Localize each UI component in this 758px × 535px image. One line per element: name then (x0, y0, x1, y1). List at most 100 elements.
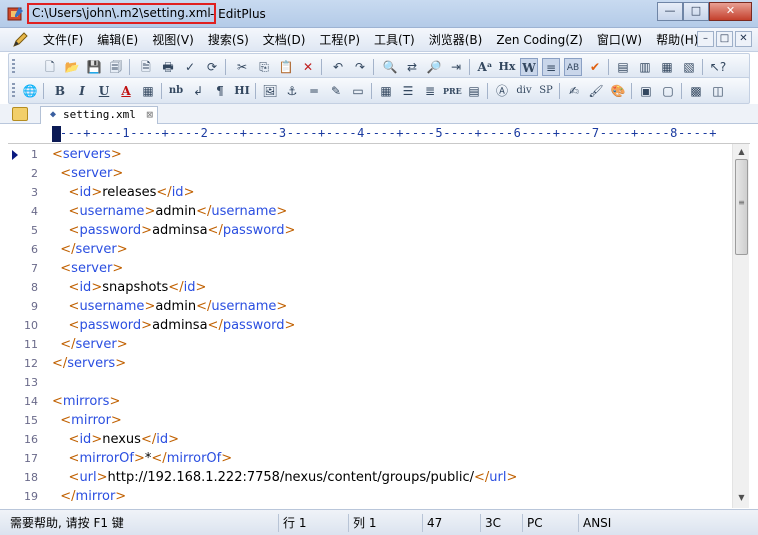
span-button[interactable]: SP (537, 82, 555, 100)
code-line[interactable]: 17 <mirrorOf>*</mirrorOf> (8, 449, 728, 468)
scroll-up-icon[interactable]: ▲ (735, 145, 748, 159)
undo-icon[interactable]: ↶ (329, 58, 347, 76)
menu-edit[interactable]: 编辑(E) (90, 28, 145, 52)
folder-icon[interactable] (12, 107, 28, 121)
close-button[interactable]: ✕ (709, 2, 752, 21)
code-line[interactable]: 15 <mirror> (8, 411, 728, 430)
redo-icon[interactable]: ↷ (351, 58, 369, 76)
minimize-button[interactable]: — (657, 2, 683, 21)
heading-button[interactable]: HI (233, 82, 251, 100)
copy-icon[interactable]: ⎘ (255, 58, 273, 76)
delete-icon[interactable]: ✕ (299, 58, 317, 76)
line-number-icon[interactable]: ≡ (542, 58, 560, 76)
comment-icon[interactable]: ▤ (465, 82, 483, 100)
code-line[interactable]: 11 </server> (8, 335, 728, 354)
context-help-icon[interactable]: ↖? (709, 58, 727, 76)
code-line[interactable]: 7 <server> (8, 259, 728, 278)
print-icon[interactable]: 🖶 (159, 58, 177, 76)
code-line[interactable]: 10 <password>adminsa</password> (8, 316, 728, 335)
menu-document[interactable]: 文档(D) (256, 28, 313, 52)
div-button[interactable]: div (515, 82, 533, 100)
scrollbar-thumb[interactable]: ≡ (735, 159, 748, 255)
edit-icon[interactable]: ✍ (565, 82, 583, 100)
find-in-files-icon[interactable]: 🔎 (425, 58, 443, 76)
menu-tools[interactable]: 工具(T) (367, 28, 422, 52)
code-line[interactable]: 19 </mirror> (8, 487, 728, 506)
panel-icon[interactable]: ▣ (637, 82, 655, 100)
toolbar-grip[interactable] (12, 83, 15, 99)
print-preview-icon[interactable]: 🗎 (137, 58, 155, 76)
code-line[interactable]: 1 <servers> (8, 145, 728, 164)
window-icon[interactable]: ▢ (659, 82, 677, 100)
scroll-down-icon[interactable]: ▼ (735, 491, 748, 505)
save-icon[interactable]: 💾 (85, 58, 103, 76)
goto-line-icon[interactable]: ⇥ (447, 58, 465, 76)
color-squares-icon[interactable]: ▩ (687, 82, 705, 100)
directory-window-icon[interactable]: ▤ (614, 58, 632, 76)
code-line[interactable]: 13 (8, 373, 728, 392)
code-line[interactable]: 18 <url>http://192.168.1.222:7758/nexus/… (8, 468, 728, 487)
form-icon[interactable]: ▭ (349, 82, 367, 100)
nbsp-button[interactable]: nb (167, 82, 185, 100)
code-line[interactable]: 3 <id>releases</id> (8, 183, 728, 202)
code-line[interactable]: 5 <password>adminsa</password> (8, 221, 728, 240)
replace-icon[interactable]: ⇄ (403, 58, 421, 76)
line-break-icon[interactable]: ↲ (189, 82, 207, 100)
table-icon[interactable]: ▦ (377, 82, 395, 100)
save-all-icon[interactable]: 🗐 (107, 58, 125, 76)
find-icon[interactable]: 🔍 (381, 58, 399, 76)
hx-icon[interactable]: Hx (498, 58, 516, 76)
horizontal-rule-icon[interactable]: ═ (305, 82, 323, 100)
pre-button[interactable]: PRE (443, 82, 462, 100)
editplus-app-icon[interactable] (7, 6, 24, 22)
spellcheck-icon[interactable]: ✓ (181, 58, 199, 76)
word-wrap-icon[interactable]: W (520, 58, 538, 76)
open-folder-icon[interactable]: 📂 (63, 58, 81, 76)
font-color-button[interactable]: A (117, 82, 135, 100)
check-icon[interactable]: ✔ (586, 58, 604, 76)
mdi-minimize-button[interactable]: – (697, 31, 714, 47)
menu-file[interactable]: 文件(F) (36, 28, 90, 52)
palette-icon[interactable]: 🎨 (609, 82, 627, 100)
code-line[interactable]: 9 <username>admin</username> (8, 297, 728, 316)
refresh-icon[interactable]: ⟳ (203, 58, 221, 76)
globe-icon[interactable]: 🌐 (21, 82, 39, 100)
cliptext-window-icon[interactable]: ▥ (636, 58, 654, 76)
anchor-icon[interactable]: ⚓ (283, 82, 301, 100)
code-line[interactable]: 12 </servers> (8, 354, 728, 373)
bold-button[interactable]: B (51, 82, 69, 100)
code-line[interactable]: 16 <id>nexus</id> (8, 430, 728, 449)
column-select-icon[interactable]: AB (564, 58, 582, 76)
menu-project[interactable]: 工程(P) (312, 28, 367, 52)
code-line[interactable]: 8 <id>snapshots</id> (8, 278, 728, 297)
code-line[interactable]: 6 </server> (8, 240, 728, 259)
maximize-button[interactable]: □ (683, 2, 709, 21)
menu-window[interactable]: 窗口(W) (590, 28, 649, 52)
layout-icon[interactable]: ◫ (709, 82, 727, 100)
image-icon[interactable]: 🖼 (261, 82, 279, 100)
paragraph-button[interactable]: ¶ (211, 82, 229, 100)
new-file-icon[interactable]: 🗋 (41, 58, 59, 76)
italic-button[interactable]: I (73, 82, 91, 100)
output-window-icon[interactable]: ▦ (658, 58, 676, 76)
align-icon[interactable]: ≣ (421, 82, 439, 100)
code-line[interactable]: 4 <username>admin</username> (8, 202, 728, 221)
brush-icon[interactable]: 🖌 (587, 82, 605, 100)
text-box-icon[interactable]: Ⓐ (493, 82, 511, 100)
paste-icon[interactable]: 📋 (277, 58, 295, 76)
mdi-close-button[interactable]: ✕ (735, 31, 752, 47)
list-icon[interactable]: ☰ (399, 82, 417, 100)
tab-close-icon[interactable]: ⊠ (146, 107, 153, 123)
highlight-icon[interactable]: ✎ (327, 82, 345, 100)
menu-zen-coding[interactable]: Zen Coding(Z) (489, 28, 590, 52)
underline-button[interactable]: U (95, 82, 113, 100)
font-size-icon[interactable]: Aᵃ (476, 58, 494, 76)
menu-search[interactable]: 搜索(S) (201, 28, 256, 52)
tab-setting-xml[interactable]: ◆ setting.xml ⊠ (40, 106, 158, 124)
code-line[interactable]: 14 <mirrors> (8, 392, 728, 411)
code-line[interactable]: 2 <server> (8, 164, 728, 183)
menu-view[interactable]: 视图(V) (145, 28, 201, 52)
cut-icon[interactable]: ✂ (233, 58, 251, 76)
menu-browser[interactable]: 浏览器(B) (422, 28, 490, 52)
vertical-scrollbar[interactable]: ▲ ≡ ▼ (732, 144, 749, 508)
